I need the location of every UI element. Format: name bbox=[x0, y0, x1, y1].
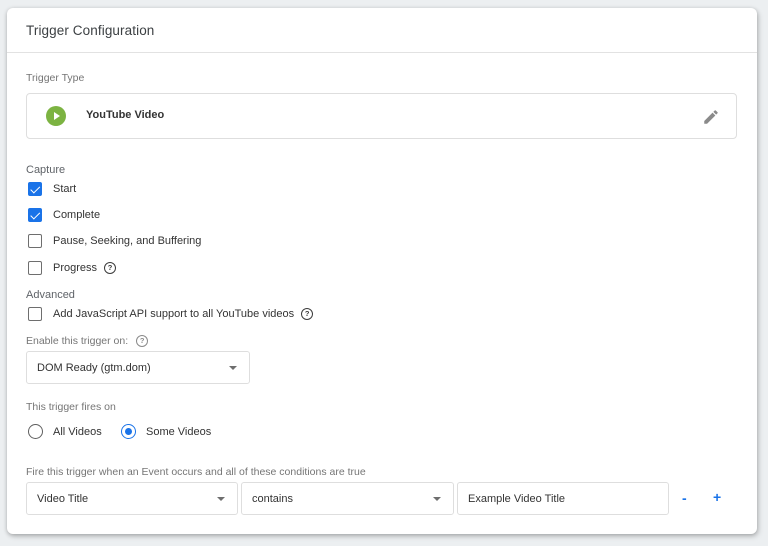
complete-label: Complete bbox=[53, 209, 101, 221]
help-icon[interactable]: ? bbox=[301, 308, 314, 320]
progress-checkbox[interactable] bbox=[28, 261, 42, 275]
some-videos-label: Some Videos bbox=[146, 425, 212, 438]
enable-on-value: DOM Ready (gtm.dom) bbox=[37, 361, 151, 374]
capture-complete-option[interactable]: Complete bbox=[28, 208, 100, 222]
capture-progress-option[interactable]: Progress ? bbox=[28, 261, 117, 275]
all-videos-radio[interactable] bbox=[28, 424, 43, 439]
condition-variable-value: Video Title bbox=[37, 492, 89, 505]
enable-on-select[interactable]: DOM Ready (gtm.dom) bbox=[26, 351, 250, 384]
condition-value-input[interactable]: Example Video Title bbox=[457, 482, 669, 515]
some-videos-radio[interactable] bbox=[121, 424, 136, 439]
chevron-down-icon bbox=[217, 497, 225, 501]
condition-variable-select[interactable]: Video Title bbox=[26, 482, 238, 515]
chevron-down-icon bbox=[433, 497, 441, 501]
remove-condition-button[interactable]: - bbox=[682, 490, 687, 506]
all-videos-option[interactable]: All Videos bbox=[28, 424, 102, 439]
pencil-icon[interactable] bbox=[702, 108, 720, 126]
help-icon[interactable]: ? bbox=[104, 262, 117, 274]
fires-on-label: This trigger fires on bbox=[26, 401, 116, 413]
help-icon[interactable]: ? bbox=[136, 335, 149, 347]
advanced-heading: Advanced bbox=[26, 289, 75, 301]
trigger-configuration-card: Trigger Configuration Trigger Type YouTu… bbox=[7, 8, 757, 534]
add-condition-button[interactable]: + bbox=[713, 489, 721, 505]
chevron-down-icon bbox=[229, 366, 237, 370]
js-api-checkbox[interactable] bbox=[28, 307, 42, 321]
trigger-type-name: YouTube Video bbox=[86, 109, 165, 121]
enable-on-label: Enable this trigger on: bbox=[26, 335, 129, 347]
play-circle-icon bbox=[46, 106, 66, 126]
trigger-type-label: Trigger Type bbox=[26, 72, 85, 84]
condition-operator-select[interactable]: contains bbox=[241, 482, 454, 515]
card-title: Trigger Configuration bbox=[7, 8, 757, 53]
pause-seeking-buffering-checkbox[interactable] bbox=[28, 234, 42, 248]
progress-label: Progress bbox=[53, 262, 98, 274]
complete-checkbox[interactable] bbox=[28, 208, 42, 222]
start-label: Start bbox=[53, 183, 77, 195]
condition-operator-value: contains bbox=[252, 492, 293, 505]
start-checkbox[interactable] bbox=[28, 182, 42, 196]
conditions-label: Fire this trigger when an Event occurs a… bbox=[26, 466, 366, 478]
some-videos-option[interactable]: Some Videos bbox=[121, 424, 211, 439]
capture-pause-option[interactable]: Pause, Seeking, and Buffering bbox=[28, 234, 201, 248]
js-api-option[interactable]: Add JavaScript API support to all YouTub… bbox=[28, 307, 314, 321]
enable-on-label-row: Enable this trigger on: ? bbox=[26, 335, 149, 347]
all-videos-label: All Videos bbox=[53, 425, 102, 438]
capture-heading: Capture bbox=[26, 164, 66, 176]
capture-start-option[interactable]: Start bbox=[28, 182, 76, 196]
condition-value-text: Example Video Title bbox=[468, 492, 566, 505]
trigger-type-selector[interactable]: YouTube Video bbox=[26, 93, 737, 139]
pause-seeking-buffering-label: Pause, Seeking, and Buffering bbox=[53, 235, 202, 247]
js-api-label: Add JavaScript API support to all YouTub… bbox=[53, 308, 295, 320]
